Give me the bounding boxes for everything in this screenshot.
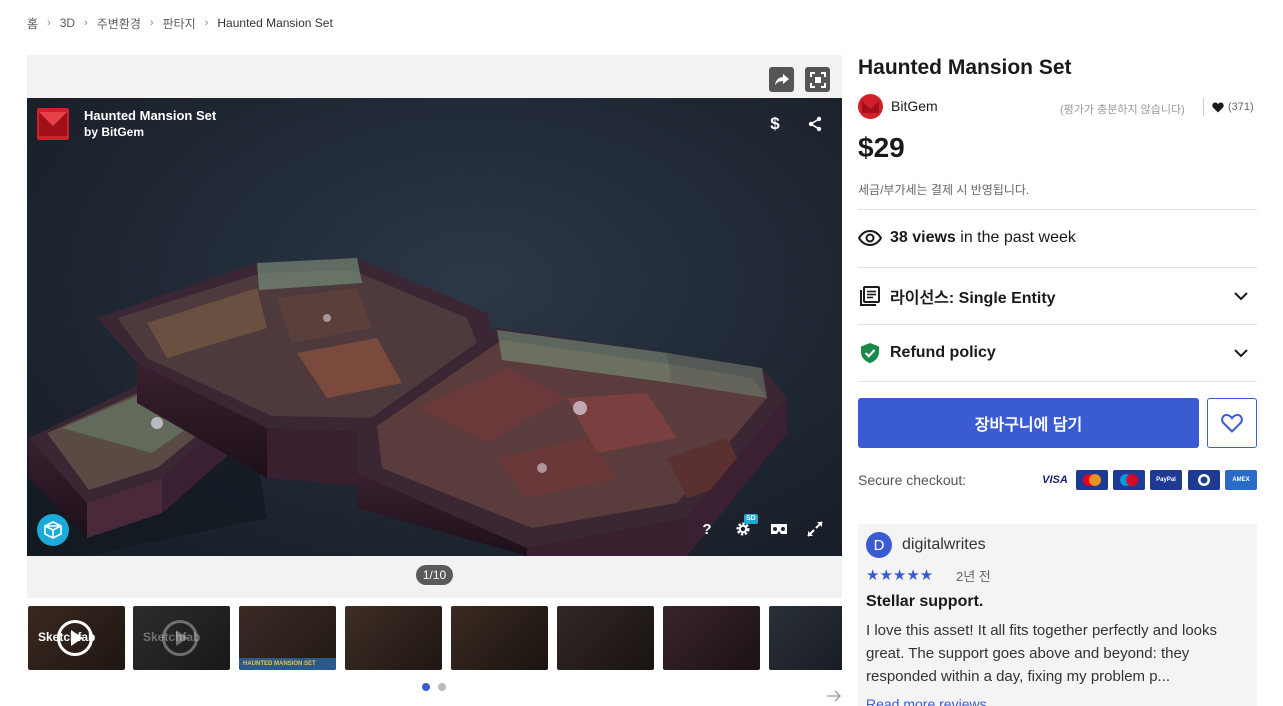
reviewer-avatar[interactable]: D xyxy=(866,532,892,558)
refund-row[interactable]: Refund policy xyxy=(858,325,1257,381)
chevron-right-icon: › xyxy=(47,17,51,29)
product-title: Haunted Mansion Set xyxy=(858,56,1072,79)
model-viewer[interactable]: Haunted Mansion Set by BitGem $ ? SD xyxy=(27,98,842,556)
visa-icon: VISA xyxy=(1039,470,1071,490)
thumbnail-video-1[interactable]: Sketchfab xyxy=(27,605,127,671)
sketchfab-logo[interactable] xyxy=(37,514,69,546)
thumbnail-image-4[interactable] xyxy=(345,606,442,670)
expand-icon[interactable] xyxy=(805,519,825,539)
refund-label: Refund policy xyxy=(890,344,996,361)
views-count: 38 views xyxy=(890,229,956,246)
sd-quality-badge: SD xyxy=(744,514,758,524)
rating-note: (평가가 충분하지 않습니다) xyxy=(1060,104,1185,116)
viewer-author[interactable]: by BitGem xyxy=(84,125,144,139)
diners-icon xyxy=(1188,470,1220,490)
breadcrumb-fantasy[interactable]: 판타지 xyxy=(163,15,196,32)
sketchfab-icon xyxy=(44,521,62,539)
thumbnail-image-3[interactable]: HAUNTED MANSION SET xyxy=(239,606,336,670)
arrow-right-icon[interactable] xyxy=(825,687,843,705)
heart-icon xyxy=(1212,102,1224,113)
breadcrumb-home[interactable]: 홈 xyxy=(27,15,38,32)
thumbnail-strip: Sketchfab Sketchfab HAUNTED MANSION SET xyxy=(27,605,842,671)
seller-name[interactable]: BitGem xyxy=(891,98,938,114)
paypal-icon: PayPal xyxy=(1150,470,1182,490)
add-to-cart-button[interactable]: 장바구니에 담기 xyxy=(858,398,1199,448)
thumbnail-image-7[interactable] xyxy=(663,606,760,670)
star-rating: ★★★★★ xyxy=(866,567,934,584)
shield-check-icon xyxy=(858,341,882,365)
haunted-mansion-model xyxy=(27,258,787,556)
review-title: Stellar support. xyxy=(866,593,984,610)
price-icon[interactable]: $ xyxy=(765,114,785,134)
seller-avatar[interactable] xyxy=(858,94,883,119)
license-document-icon xyxy=(858,284,882,308)
review-body: I love this asset! It all fits together … xyxy=(866,622,1218,685)
mastercard-icon xyxy=(1076,470,1108,490)
fullscreen-button[interactable] xyxy=(805,67,830,92)
read-more-reviews-link[interactable]: Read more reviews xyxy=(866,696,987,706)
share-icon[interactable] xyxy=(805,114,825,134)
views-row: 38 views in the past week xyxy=(858,210,1257,266)
review-card: D digitalwrites ★★★★★ 2년 전 Stellar suppo… xyxy=(858,524,1257,706)
eye-icon xyxy=(858,226,882,250)
views-period: in the past week xyxy=(955,229,1076,246)
chevron-right-icon: › xyxy=(84,17,88,29)
image-counter: 1/10 xyxy=(416,565,453,585)
play-icon xyxy=(162,620,198,656)
share-button[interactable] xyxy=(769,67,794,92)
viewer-model-title[interactable]: Haunted Mansion Set xyxy=(84,108,216,124)
heart-outline-icon xyxy=(1221,413,1243,433)
breadcrumb-3d[interactable]: 3D xyxy=(60,16,75,30)
divider xyxy=(858,381,1257,382)
play-icon xyxy=(57,620,93,656)
amex-icon: AMEX xyxy=(1225,470,1257,490)
help-icon[interactable]: ? xyxy=(697,519,717,539)
thumbnail-banner: HAUNTED MANSION SET xyxy=(239,658,336,670)
wishlist-button[interactable] xyxy=(1207,398,1257,448)
chevron-right-icon: › xyxy=(204,17,209,29)
tax-note: 세금/부가세는 결제 시 반영됩니다. xyxy=(858,183,1030,197)
secure-checkout-label: Secure checkout: xyxy=(858,472,967,488)
review-time: 2년 전 xyxy=(956,569,991,584)
pagination-dot-1[interactable] xyxy=(422,683,430,691)
chevron-right-icon: › xyxy=(149,17,154,29)
divider xyxy=(1203,98,1204,116)
bitgem-logo xyxy=(37,108,69,140)
like-count: (371) xyxy=(1228,101,1254,113)
model-viewer-container: Haunted Mansion Set by BitGem $ ? SD 1/1… xyxy=(27,55,842,598)
breadcrumb-current: Haunted Mansion Set xyxy=(217,16,333,30)
fullscreen-icon xyxy=(809,71,826,88)
share-arrow-icon xyxy=(774,73,789,85)
breadcrumb: 홈 › 3D › 주변환경 › 판타지 › Haunted Mansion Se… xyxy=(27,14,333,32)
maestro-icon xyxy=(1113,470,1145,490)
chevron-down-icon[interactable] xyxy=(1231,286,1251,306)
thumbnail-image-8[interactable] xyxy=(769,606,842,670)
thumbnail-video-2[interactable]: Sketchfab xyxy=(133,606,230,670)
chevron-down-icon[interactable] xyxy=(1231,343,1251,363)
license-row[interactable]: 라이선스: Single Entity xyxy=(858,268,1257,324)
product-price: $29 xyxy=(858,132,905,163)
thumbnail-image-5[interactable] xyxy=(451,606,548,670)
thumbnail-image-6[interactable] xyxy=(557,606,654,670)
vr-icon[interactable] xyxy=(769,519,789,539)
reviewer-name[interactable]: digitalwrites xyxy=(902,536,986,554)
breadcrumb-environment[interactable]: 주변환경 xyxy=(97,15,141,32)
thumbnail-pagination xyxy=(422,683,446,691)
pagination-dot-2[interactable] xyxy=(438,683,446,691)
license-label: 라이선스: Single Entity xyxy=(890,290,1056,307)
